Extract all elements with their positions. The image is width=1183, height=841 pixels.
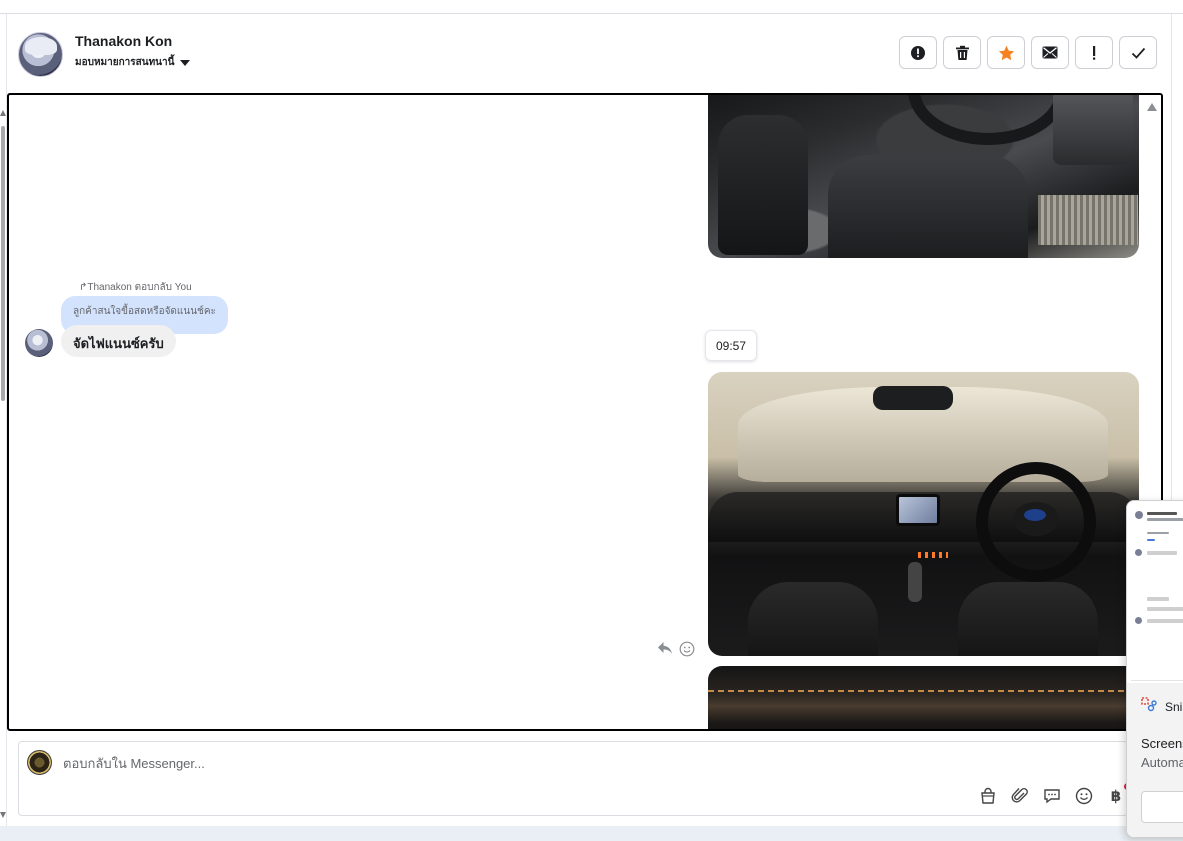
snip-title: Screenshot copied to clipboard [1141, 736, 1183, 751]
reply-meta: ↱Thanakon ตอบกลับ You [79, 282, 192, 293]
screenshot-thumbnail[interactable] [1131, 505, 1183, 681]
scroll-up-arrow[interactable] [0, 110, 6, 116]
chat-bubble-icon[interactable] [1042, 786, 1062, 806]
snip-notification[interactable]: Snipping Tool Screenshot copied to clipb… [1126, 500, 1183, 838]
emoji-icon[interactable] [1074, 786, 1094, 806]
contact-name[interactable]: Thanakon Kon [75, 33, 172, 49]
done-button[interactable] [1119, 36, 1157, 69]
follow-up-button[interactable] [1075, 36, 1113, 69]
car-interior-photo-2[interactable] [708, 372, 1139, 656]
paperclip-icon[interactable] [1010, 786, 1030, 806]
assign-label: มอบหมายการสนทนานี้ [75, 57, 175, 68]
message-timestamp: 09:57 [705, 330, 758, 361]
message-bubble[interactable]: จัดไฟแนนซ์ครับ [61, 325, 176, 357]
check-icon [1131, 47, 1145, 59]
snip-subtitle: Automatically saved to screenshots folde… [1141, 755, 1183, 770]
conversation-panel[interactable]: ↱Thanakon ตอบกลับ You ลูกค้าสนใจขื้อสดหร… [7, 93, 1163, 731]
snip-notification-body: Snipping Tool Screenshot copied to clipb… [1127, 683, 1183, 837]
composer-tools: ฿ [978, 786, 1126, 806]
inbox-page: Thanakon Kon มอบหมายการสนทนานี้ ↱Thanako… [0, 0, 1183, 841]
star-button[interactable] [987, 36, 1025, 69]
conversation-header: Thanakon Kon มอบหมายการสนทนานี้ [8, 14, 1170, 92]
bottom-bar [0, 826, 1183, 841]
header-actions [899, 36, 1157, 69]
scroll-up-arrow[interactable] [1147, 103, 1157, 111]
snip-app-name: Snipping Tool [1165, 700, 1183, 714]
car-interior-photo-3[interactable] [708, 666, 1139, 729]
avatar[interactable] [25, 329, 53, 357]
mark-unread-button[interactable] [1031, 36, 1069, 69]
assign-conversation-dropdown[interactable]: มอบหมายการสนทนานี้ [75, 55, 191, 70]
snipping-tool-icon [1141, 697, 1157, 712]
car-interior-photo-1[interactable] [708, 95, 1139, 258]
envelope-icon [1042, 46, 1058, 59]
scrollbar-thumb[interactable] [1, 126, 5, 401]
avatar[interactable] [18, 32, 63, 77]
reply-composer: ฿ [18, 741, 1131, 816]
page-avatar [27, 750, 52, 775]
delete-button[interactable] [943, 36, 981, 69]
trash-icon [955, 45, 969, 60]
scroll-down-arrow[interactable] [0, 812, 6, 818]
emoji-reaction-icon[interactable] [679, 641, 695, 657]
alert-circle-icon [911, 45, 925, 60]
message-hover-tools [657, 641, 695, 657]
left-scrollbar[interactable] [0, 14, 7, 826]
shopping-bag-icon[interactable] [978, 786, 998, 806]
caret-down-icon [180, 59, 191, 66]
reply-input[interactable] [63, 754, 963, 772]
baht-icon[interactable]: ฿ [1106, 786, 1126, 806]
spam-button[interactable] [899, 36, 937, 69]
top-bar [0, 0, 1183, 14]
snip-action-button[interactable] [1141, 791, 1183, 823]
star-icon [998, 45, 1014, 60]
reply-icon[interactable] [657, 641, 673, 655]
exclamation-icon [1093, 45, 1096, 60]
